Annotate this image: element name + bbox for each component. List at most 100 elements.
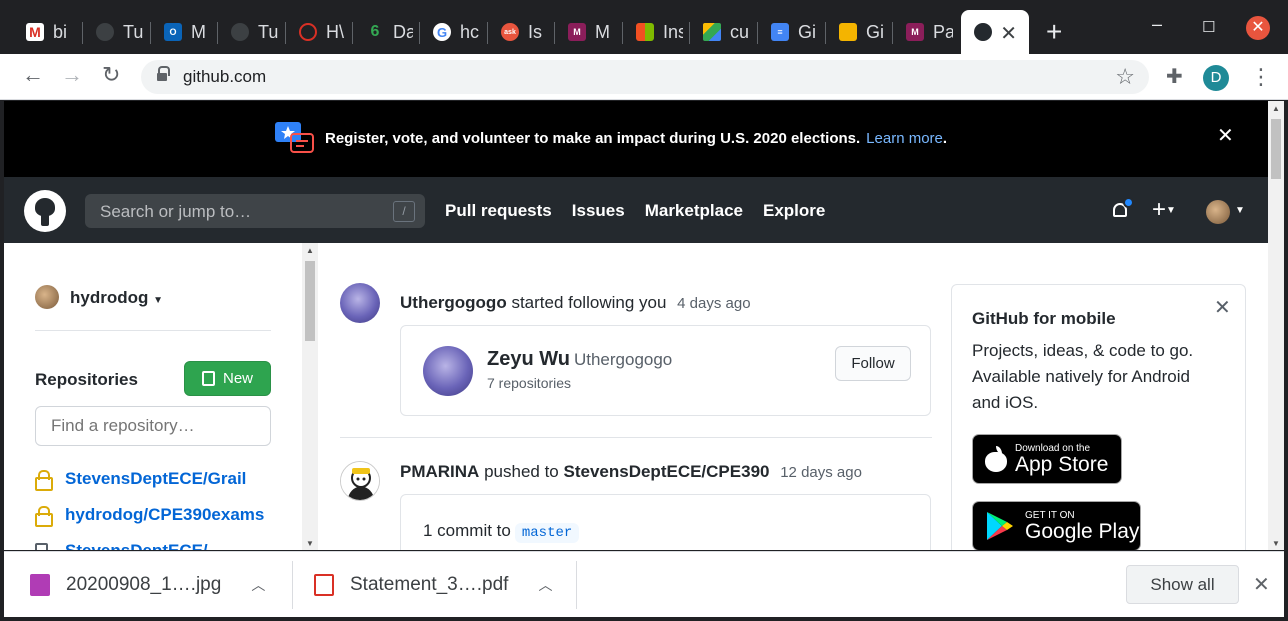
new-tab-button[interactable]: + bbox=[1046, 18, 1062, 46]
bookmark-star-icon[interactable]: ☆ bbox=[1115, 64, 1135, 90]
learn-more-link[interactable]: Learn more bbox=[866, 130, 943, 147]
repo-list-item[interactable]: StevensDeptECE/Grail bbox=[35, 469, 246, 491]
browser-tab[interactable]: 6 Da bbox=[353, 10, 420, 54]
show-all-button[interactable]: Show all bbox=[1126, 565, 1239, 604]
follow-button[interactable]: Follow bbox=[835, 346, 911, 381]
page-scrollbar[interactable]: ▲ ▼ bbox=[1268, 101, 1284, 550]
repo-list-item[interactable]: StevensDeptECE/ bbox=[35, 541, 208, 550]
repo-link[interactable]: StevensDeptECE/Grail bbox=[65, 469, 246, 489]
browser-tab[interactable]: Tu bbox=[218, 10, 286, 54]
actor-link[interactable]: PMARINA bbox=[400, 462, 479, 481]
browser-tab[interactable]: ≡ Gi bbox=[758, 10, 826, 54]
sidebar-scrollbar[interactable]: ▲ ▼ bbox=[302, 243, 318, 550]
new-repo-button[interactable]: New bbox=[184, 361, 271, 396]
actor-avatar[interactable] bbox=[340, 283, 380, 323]
forward-icon[interactable]: → bbox=[61, 62, 83, 88]
lock-icon bbox=[35, 470, 53, 491]
branch-label[interactable]: master bbox=[514, 523, 580, 543]
notifications-bell-icon[interactable] bbox=[1111, 197, 1134, 221]
reload-icon[interactable]: ↻ bbox=[102, 62, 120, 88]
address-bar[interactable]: github.com ☆ bbox=[141, 60, 1149, 94]
nav-explore[interactable]: Explore bbox=[763, 201, 825, 221]
google-play-badge[interactable]: GET IT ON Google Play bbox=[972, 501, 1141, 550]
user-card: Zeyu Wu Uthergogogo 7 repositories Follow bbox=[400, 325, 931, 416]
app-store-badge[interactable]: Download on the App Store bbox=[972, 434, 1122, 484]
divider bbox=[340, 437, 932, 438]
google-play-big: Google Play bbox=[1025, 519, 1140, 543]
browser-tab[interactable]: Tu bbox=[83, 10, 151, 54]
create-new-menu[interactable]: +▼ bbox=[1152, 196, 1176, 224]
globe-icon bbox=[231, 23, 249, 41]
extensions-icon[interactable]: ✚ bbox=[1166, 64, 1183, 89]
actor-link[interactable]: Uthergogogo bbox=[400, 293, 507, 312]
github-logo-icon[interactable] bbox=[24, 190, 66, 232]
repo-list-item[interactable]: hydrodog/CPE390exams bbox=[35, 505, 264, 527]
scroll-down-icon[interactable]: ▼ bbox=[1272, 539, 1280, 548]
browser-tab[interactable]: H\ bbox=[286, 10, 353, 54]
profile-avatar[interactable]: D bbox=[1203, 65, 1229, 91]
download-item[interactable]: Statement_3….pdf ︿ bbox=[314, 552, 577, 618]
context-avatar bbox=[35, 285, 59, 309]
app-store-small: Download on the bbox=[1015, 442, 1091, 454]
lock-icon bbox=[35, 506, 53, 527]
browser-menu-icon[interactable]: ⋮ bbox=[1250, 64, 1272, 90]
user-avatar[interactable] bbox=[1206, 200, 1230, 224]
user-card-avatar[interactable] bbox=[423, 346, 473, 396]
app-store-big: App Store bbox=[1015, 452, 1109, 476]
context-switcher[interactable]: hydrodog ▼ bbox=[70, 288, 163, 308]
ask-icon: ask bbox=[501, 23, 519, 41]
nav-pull-requests[interactable]: Pull requests bbox=[445, 201, 552, 221]
browser-tab[interactable]: cu bbox=[690, 10, 758, 54]
monogram-m-icon: M bbox=[906, 23, 924, 41]
actor-avatar[interactable] bbox=[340, 461, 380, 501]
back-icon[interactable]: ← bbox=[22, 62, 44, 88]
event-time: 4 days ago bbox=[677, 295, 751, 312]
repo-filter-input[interactable] bbox=[35, 406, 271, 446]
banner-close-icon[interactable]: ✕ bbox=[1217, 123, 1234, 148]
scroll-up-icon[interactable]: ▲ bbox=[1272, 104, 1280, 113]
download-item[interactable]: 20200908_1….jpg ︿ bbox=[30, 552, 293, 618]
user-card-login[interactable]: Uthergogogo bbox=[574, 350, 672, 369]
nav-marketplace[interactable]: Marketplace bbox=[645, 201, 743, 221]
target-repo-link[interactable]: StevensDeptECE/CPE390 bbox=[564, 462, 770, 481]
lock-icon bbox=[157, 66, 170, 83]
address-text[interactable]: github.com bbox=[183, 67, 266, 87]
browser-tab[interactable]: G hc bbox=[420, 10, 488, 54]
browser-tab[interactable]: M bi bbox=[13, 10, 83, 54]
browser-tab[interactable]: M M bbox=[555, 10, 623, 54]
event-action: started following you bbox=[511, 293, 667, 312]
activity-feed: Uthergogogo started following you 4 days… bbox=[318, 243, 938, 550]
browser-tab-active[interactable]: ✕ bbox=[961, 10, 1029, 54]
chevron-up-icon[interactable]: ︿ bbox=[538, 575, 552, 595]
repo-icon bbox=[201, 371, 215, 386]
scrollbar-thumb[interactable] bbox=[305, 261, 315, 341]
promo-close-icon[interactable]: ✕ bbox=[1214, 295, 1231, 320]
browser-tab[interactable]: ask Is bbox=[488, 10, 555, 54]
close-downloads-icon[interactable]: ✕ bbox=[1253, 572, 1270, 597]
browser-tab[interactable]: M Pa bbox=[893, 10, 961, 54]
chevron-down-icon[interactable]: ▼ bbox=[1235, 205, 1245, 216]
minimize-icon[interactable]: – bbox=[1152, 14, 1162, 35]
close-tab-icon[interactable]: ✕ bbox=[1000, 21, 1017, 46]
page-viewport: Register, vote, and volunteer to make an… bbox=[4, 101, 1268, 550]
divider bbox=[35, 330, 271, 331]
window-close-button[interactable]: ✕ bbox=[1246, 16, 1270, 40]
unread-indicator bbox=[1123, 197, 1134, 208]
browser-tab[interactable]: O M bbox=[151, 10, 218, 54]
maximize-icon[interactable]: ☐ bbox=[1202, 18, 1215, 36]
chevron-up-icon[interactable]: ︿ bbox=[251, 575, 265, 595]
google-play-small: GET IT ON bbox=[1025, 509, 1075, 521]
scrollbar-thumb[interactable] bbox=[1271, 119, 1281, 179]
downloads-bar: 20200908_1….jpg ︿ Statement_3….pdf ︿ Sho… bbox=[4, 551, 1284, 617]
tab-strip: M bi Tu O M Tu H\ 6 Da G hc ask Is M M I… bbox=[0, 0, 1288, 54]
feed-event-follow: Uthergogogo started following you 4 days… bbox=[400, 293, 751, 313]
scroll-down-icon[interactable]: ▼ bbox=[306, 539, 314, 548]
browser-tab[interactable]: Gi bbox=[826, 10, 893, 54]
scroll-up-icon[interactable]: ▲ bbox=[306, 246, 314, 255]
repo-link[interactable]: StevensDeptECE/ bbox=[65, 541, 208, 550]
user-card-name[interactable]: Zeyu Wu bbox=[487, 348, 570, 370]
browser-tab[interactable]: Ins bbox=[623, 10, 690, 54]
nav-issues[interactable]: Issues bbox=[572, 201, 625, 221]
repo-link[interactable]: hydrodog/CPE390exams bbox=[65, 505, 264, 525]
search-input[interactable]: Search or jump to… / bbox=[85, 194, 425, 228]
